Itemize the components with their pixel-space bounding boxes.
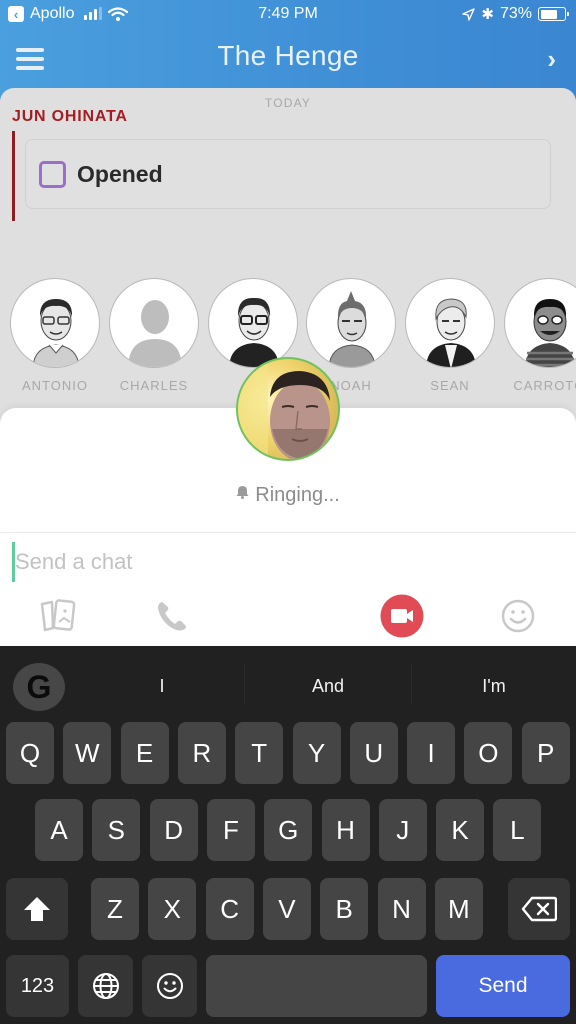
- chat-title: The Henge: [217, 40, 359, 71]
- bitmoji-avatar: [504, 278, 576, 368]
- shift-arrow-icon: [24, 897, 50, 921]
- key-l[interactable]: L: [493, 799, 542, 861]
- globe-icon: [92, 973, 119, 999]
- key-m[interactable]: M: [434, 878, 483, 940]
- key-j[interactable]: J: [378, 799, 427, 861]
- suggestion-bar: G I And I'm: [0, 646, 576, 720]
- suggestion-1[interactable]: I: [80, 668, 244, 704]
- backspace-key[interactable]: [508, 878, 570, 940]
- chat-toolbar: [0, 594, 576, 638]
- ringing-label: Ringing...: [255, 484, 340, 506]
- shift-key[interactable]: [6, 878, 68, 940]
- voice-call-button[interactable]: [150, 594, 194, 638]
- message-card[interactable]: Opened: [25, 139, 551, 209]
- key-i[interactable]: I: [407, 722, 456, 784]
- google-gboard-button[interactable]: G: [13, 663, 65, 711]
- status-bar: ‹ Apollo 7:49 PM ✱ 73%: [0, 0, 576, 30]
- emoji-key[interactable]: [142, 955, 197, 1017]
- friend-antonio[interactable]: ANTONIO: [10, 278, 100, 393]
- key-k[interactable]: K: [436, 799, 485, 861]
- friend-name: SEAN: [430, 378, 470, 393]
- chat-input[interactable]: [12, 542, 562, 582]
- key-e[interactable]: E: [120, 722, 169, 784]
- key-v[interactable]: V: [262, 878, 311, 940]
- key-d[interactable]: D: [149, 799, 198, 861]
- space-key[interactable]: [206, 955, 427, 1017]
- key-n[interactable]: N: [377, 878, 426, 940]
- bitmoji-avatar: [208, 278, 298, 368]
- send-key[interactable]: Send: [436, 955, 570, 1017]
- suggestion-2[interactable]: And: [245, 668, 411, 704]
- key-c[interactable]: C: [205, 878, 254, 940]
- battery-icon: [538, 7, 569, 21]
- chevron-right-icon[interactable]: ›: [547, 44, 556, 75]
- nav-bar: The Henge ›: [0, 32, 576, 84]
- key-u[interactable]: U: [349, 722, 398, 784]
- message-status: Opened: [77, 160, 163, 187]
- default-avatar-silhouette: [109, 278, 199, 368]
- friend-name: CARROTC: [513, 378, 576, 393]
- backspace-icon: [521, 896, 557, 922]
- friend-carrotc[interactable]: CARROTC: [504, 278, 576, 393]
- emoji-button[interactable]: [496, 594, 540, 638]
- keyboard: G I And I'm QWERTYUIOP ASDFGHJKL ZXCVBNM…: [0, 646, 576, 1024]
- call-status: Ringing...: [0, 484, 576, 507]
- key-o[interactable]: O: [464, 722, 513, 784]
- key-p[interactable]: P: [521, 722, 570, 784]
- google-g-icon: G: [26, 668, 52, 705]
- key-s[interactable]: S: [92, 799, 141, 861]
- bitmoji-avatar: [306, 278, 396, 368]
- friend-charles[interactable]: CHARLES: [109, 278, 199, 393]
- key-w[interactable]: W: [63, 722, 112, 784]
- emoji-keyboard-icon: [156, 973, 183, 999]
- divider: [0, 532, 576, 533]
- bitmoji-avatar: [405, 278, 495, 368]
- globe-key[interactable]: [78, 955, 133, 1017]
- key-z[interactable]: Z: [91, 878, 139, 940]
- friend-name: CHARLES: [119, 378, 189, 393]
- sender-color-bar: [12, 131, 15, 221]
- memories-button[interactable]: [36, 594, 80, 638]
- location-arrow-icon: [462, 7, 476, 21]
- self-video-preview[interactable]: [236, 357, 340, 461]
- key-h[interactable]: H: [321, 799, 370, 861]
- key-r[interactable]: R: [177, 722, 226, 784]
- video-call-icon: [380, 594, 424, 638]
- bitmoji-avatar: [10, 278, 100, 368]
- key-t[interactable]: T: [235, 722, 284, 784]
- key-x[interactable]: X: [148, 878, 197, 940]
- sender-name: JUN OHINATA: [12, 108, 128, 125]
- opened-square-icon: [39, 160, 66, 188]
- key-q[interactable]: Q: [6, 722, 54, 784]
- phone-icon: [158, 602, 186, 631]
- emoji-icon: [501, 599, 535, 633]
- bluetooth-icon: ✱: [481, 6, 494, 23]
- memories-icon: [40, 599, 76, 632]
- key-f[interactable]: F: [206, 799, 255, 861]
- key-a[interactable]: A: [35, 799, 83, 861]
- key-g[interactable]: G: [264, 799, 313, 861]
- suggestion-3[interactable]: I'm: [412, 668, 576, 704]
- battery-percent: 73%: [499, 5, 532, 22]
- key-y[interactable]: Y: [292, 722, 341, 784]
- key-b[interactable]: B: [320, 878, 369, 940]
- friend-name: ANTONIO: [22, 378, 88, 393]
- video-call-button[interactable]: [380, 594, 424, 638]
- friend-sean[interactable]: SEAN: [405, 278, 495, 393]
- bell-icon: [236, 485, 249, 502]
- header: ‹ Apollo 7:49 PM ✱ 73% The Henge ›: [0, 0, 576, 100]
- numbers-key[interactable]: 123: [6, 955, 69, 1017]
